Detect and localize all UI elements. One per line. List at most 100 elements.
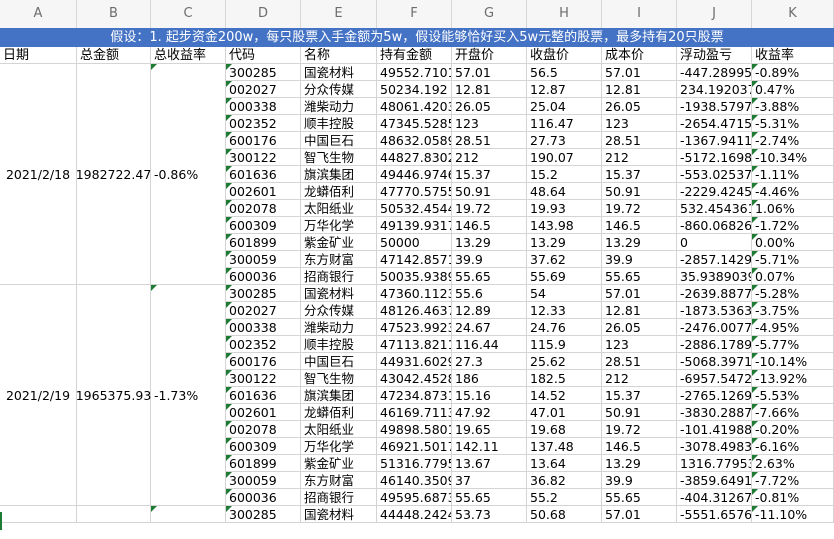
cell-name[interactable]: 分众传媒: [301, 81, 377, 98]
assumption-banner[interactable]: 假设：1. 起步资金200w，每只股票入手金额为5w，假设能够恰好买入5w元整的…: [0, 28, 834, 47]
cell-open[interactable]: 15.16: [452, 387, 527, 404]
cell-cost[interactable]: 13.29: [602, 234, 677, 251]
cell-cost[interactable]: 123: [602, 336, 677, 353]
cell-name[interactable]: 顺丰控股: [301, 115, 377, 132]
header-date[interactable]: 日期: [0, 47, 77, 64]
cell-open[interactable]: 55.65: [452, 268, 527, 285]
cell-close[interactable]: 24.76: [527, 319, 602, 336]
cell-code[interactable]: 002601: [226, 404, 301, 421]
cell-cost[interactable]: 55.65: [602, 489, 677, 506]
cell-code[interactable]: 300285: [226, 64, 301, 81]
cell-float-pl[interactable]: -5551.6576: [677, 506, 752, 523]
cell-float-pl[interactable]: 1316.77953: [677, 455, 752, 472]
cell-holding[interactable]: 48126.4637: [377, 302, 452, 319]
cell-code[interactable]: 002601: [226, 183, 301, 200]
cell-cost[interactable]: 50.91: [602, 183, 677, 200]
cell-open[interactable]: 19.72: [452, 200, 527, 217]
cell-float-pl[interactable]: -2857.1429: [677, 251, 752, 268]
cell-name[interactable]: 中国巨石: [301, 353, 377, 370]
cell-float-pl[interactable]: -1873.5363: [677, 302, 752, 319]
date-cell[interactable]: 2021/2/18: [0, 64, 77, 285]
cell-close[interactable]: 36.82: [527, 472, 602, 489]
cell-open[interactable]: 19.65: [452, 421, 527, 438]
cell-float-pl[interactable]: -2639.8877: [677, 285, 752, 302]
cell-float-pl[interactable]: -860.06826: [677, 217, 752, 234]
cell-close[interactable]: 54: [527, 285, 602, 302]
cell-open[interactable]: 55.65: [452, 489, 527, 506]
cell-holding[interactable]: 51316.7795: [377, 455, 452, 472]
cell-close[interactable]: 19.93: [527, 200, 602, 217]
cell-holding[interactable]: 50532.4544: [377, 200, 452, 217]
cell-float-pl[interactable]: -3078.4983: [677, 438, 752, 455]
column-header-g[interactable]: G: [452, 0, 527, 28]
cell-return[interactable]: -5.71%: [752, 251, 834, 268]
cell-close[interactable]: 12.87: [527, 81, 602, 98]
cell-return[interactable]: -10.14%: [752, 353, 834, 370]
cell-cost[interactable]: 50.91: [602, 404, 677, 421]
cell-name[interactable]: 国瓷材料: [301, 506, 377, 523]
cell-open[interactable]: 123: [452, 115, 527, 132]
cell-name[interactable]: 招商银行: [301, 489, 377, 506]
cell-name[interactable]: 潍柴动力: [301, 319, 377, 336]
cell-cost[interactable]: 15.37: [602, 166, 677, 183]
cell-open[interactable]: 28.51: [452, 132, 527, 149]
cell-code[interactable]: 300122: [226, 149, 301, 166]
total-amount-cell[interactable]: 1982722.47: [76, 64, 151, 285]
column-header-a[interactable]: A: [0, 0, 77, 28]
cell-open[interactable]: 53.73: [452, 506, 527, 523]
cell-open[interactable]: 212: [452, 149, 527, 166]
cell-float-pl[interactable]: -553.02537: [677, 166, 752, 183]
cell-return[interactable]: -2.74%: [752, 132, 834, 149]
cell-cost[interactable]: 39.9: [602, 251, 677, 268]
total-amount-cell[interactable]: 1965375.93: [76, 285, 151, 506]
cell-float-pl[interactable]: -5172.1698: [677, 149, 752, 166]
column-header-d[interactable]: D: [226, 0, 301, 28]
cell-close[interactable]: 137.48: [527, 438, 602, 455]
cell-cost[interactable]: 12.81: [602, 302, 677, 319]
cell-holding[interactable]: 47770.5755: [377, 183, 452, 200]
cell-code[interactable]: 601636: [226, 166, 301, 183]
cell-holding[interactable]: 47113.8211: [377, 336, 452, 353]
cell-cost[interactable]: 123: [602, 115, 677, 132]
cell-close[interactable]: 55.69: [527, 268, 602, 285]
cell-code[interactable]: 300059: [226, 472, 301, 489]
cell-code[interactable]: 600176: [226, 132, 301, 149]
cell-return[interactable]: 0.47%: [752, 81, 834, 98]
cell-close[interactable]: 13.29: [527, 234, 602, 251]
column-header-b[interactable]: B: [77, 0, 151, 28]
cell-float-pl[interactable]: -3830.2887: [677, 404, 752, 421]
cell-code[interactable]: 002078: [226, 421, 301, 438]
cell-open[interactable]: 27.3: [452, 353, 527, 370]
cell-holding[interactable]: 49595.6873: [377, 489, 452, 506]
cell-cost[interactable]: 19.72: [602, 200, 677, 217]
cell-open[interactable]: 55.6: [452, 285, 527, 302]
total-return-cell[interactable]: -1.73%: [151, 285, 226, 506]
cell-float-pl[interactable]: -5068.3971: [677, 353, 752, 370]
cell-close[interactable]: 182.5: [527, 370, 602, 387]
cell-return[interactable]: -5.31%: [752, 115, 834, 132]
cell-code[interactable]: 601899: [226, 455, 301, 472]
cell-open[interactable]: 24.67: [452, 319, 527, 336]
cell-open[interactable]: 116.44: [452, 336, 527, 353]
cell-name[interactable]: 紫金矿业: [301, 234, 377, 251]
header-total-return[interactable]: 总收益率: [151, 47, 226, 64]
cell-close[interactable]: 190.07: [527, 149, 602, 166]
cell-code[interactable]: 600309: [226, 217, 301, 234]
cell-cost[interactable]: 146.5: [602, 438, 677, 455]
cell-return[interactable]: -4.46%: [752, 183, 834, 200]
cell-name[interactable]: 龙蟒佰利: [301, 183, 377, 200]
cell-cost[interactable]: 12.81: [602, 81, 677, 98]
cell-code[interactable]: 601899: [226, 234, 301, 251]
total-return-cell[interactable]: -0.86%: [151, 64, 226, 285]
cell-name[interactable]: 顺丰控股: [301, 336, 377, 353]
cell-holding[interactable]: 49898.5801: [377, 421, 452, 438]
cell-cost[interactable]: 13.29: [602, 455, 677, 472]
cell-close[interactable]: 12.33: [527, 302, 602, 319]
cell-name[interactable]: 太阳纸业: [301, 421, 377, 438]
cell-code[interactable]: 300285: [226, 285, 301, 302]
cell-cost[interactable]: 212: [602, 370, 677, 387]
cell-holding[interactable]: 44448.2424: [377, 506, 452, 523]
cell-return[interactable]: -0.81%: [752, 489, 834, 506]
cell-open[interactable]: 12.89: [452, 302, 527, 319]
cell-float-pl[interactable]: 532.454361: [677, 200, 752, 217]
